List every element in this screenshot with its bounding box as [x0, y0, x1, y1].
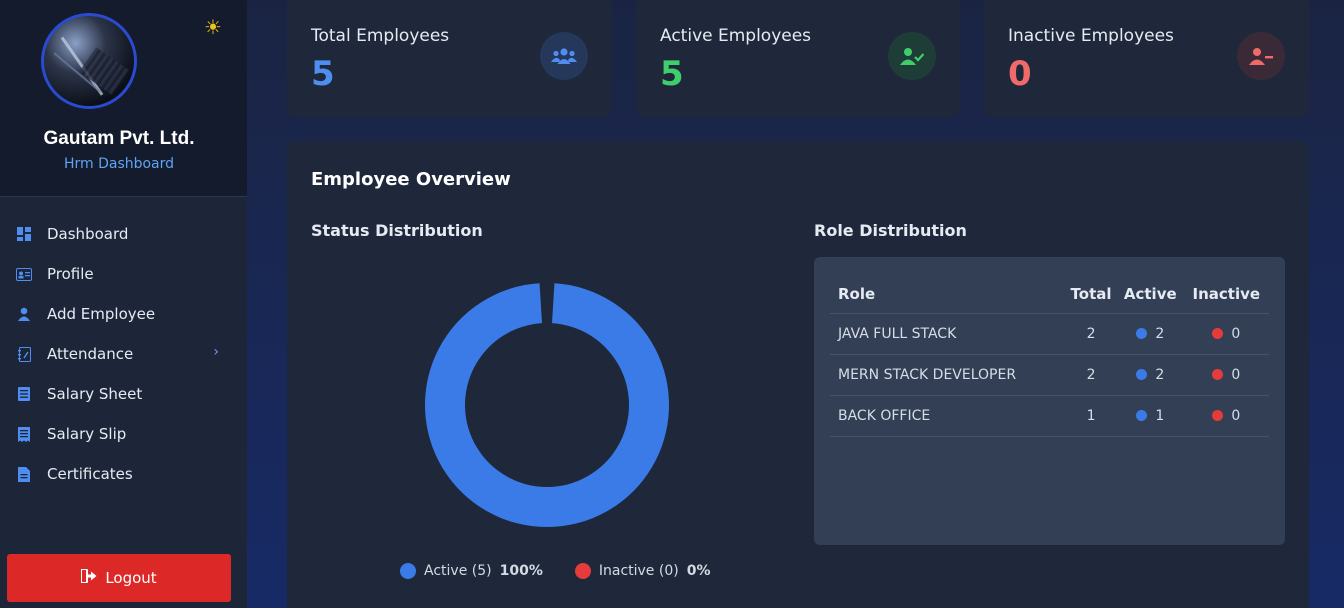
file-icon [16, 466, 32, 482]
total-cell: 2 [1065, 354, 1117, 396]
sun-icon[interactable]: ☀ [202, 16, 224, 38]
sidebar-item-label: Attendance [47, 345, 134, 363]
dashboard-icon [16, 226, 32, 242]
stat-value: 0 [1008, 54, 1032, 94]
chevron-right-icon: › [213, 344, 219, 360]
sidebar-item-profile[interactable]: Profile [0, 254, 247, 294]
total-cell: 1 [1065, 395, 1117, 437]
active-cell: 1 [1116, 395, 1184, 437]
stat-card-total: Total Employees 5 [287, 0, 612, 117]
inactive-dot [1212, 327, 1224, 339]
table-row: JAVA FULL STACK 2 2 0 [830, 313, 1269, 355]
legend-swatch [400, 563, 416, 579]
stat-card-active: Active Employees 5 [636, 0, 960, 117]
total-cell: 2 [1065, 313, 1117, 355]
legend-pct: 100% [499, 563, 543, 579]
receipt-icon [16, 426, 32, 442]
status-donut-chart [425, 283, 669, 527]
stat-value: 5 [311, 54, 335, 94]
employee-overview-panel: Employee Overview Status Distribution Ro… [287, 141, 1309, 608]
sidebar-nav: Dashboard Profile Add Employee Attendanc… [0, 214, 247, 494]
active-count: 1 [1155, 407, 1165, 424]
dashboard-subtitle: Hrm Dashboard [63, 156, 175, 172]
inactive-cell: 0 [1183, 313, 1269, 355]
active-cell: 2 [1116, 313, 1184, 355]
column-header-inactive: Inactive [1183, 275, 1269, 314]
sidebar: ☀ Gautam Pvt. Ltd. Hrm Dashboard Dashboa… [0, 0, 247, 608]
sidebar-item-label: Salary Sheet [47, 385, 143, 403]
stat-value: 5 [660, 54, 684, 94]
inactive-count: 0 [1231, 325, 1241, 342]
inactive-cell: 0 [1183, 395, 1269, 437]
inactive-dot [1212, 409, 1224, 421]
legend-pct: 0% [686, 563, 711, 579]
overview-title: Employee Overview [311, 169, 511, 190]
column-header-role: Role [830, 275, 1066, 314]
sidebar-item-certificates[interactable]: Certificates [0, 454, 247, 494]
donut-slice-active[interactable] [425, 283, 669, 527]
role-cell: BACK OFFICE [830, 395, 1066, 437]
role-table: Role Total Active Inactive JAVA FULL STA… [830, 275, 1269, 437]
user-check-icon [888, 32, 936, 80]
active-dot [1136, 327, 1148, 339]
stat-title: Inactive Employees [1008, 26, 1174, 46]
sign-out-icon [80, 568, 97, 587]
id-card-icon [16, 266, 32, 282]
sidebar-item-label: Salary Slip [47, 425, 127, 443]
sidebar-header: ☀ Gautam Pvt. Ltd. Hrm Dashboard [0, 0, 247, 197]
stat-title: Active Employees [660, 26, 812, 46]
active-count: 2 [1155, 366, 1165, 383]
sidebar-item-salary-slip[interactable]: Salary Slip [0, 414, 247, 454]
sidebar-item-label: Profile [47, 265, 94, 283]
inactive-cell: 0 [1183, 354, 1269, 396]
table-header-row: Role Total Active Inactive [830, 275, 1269, 314]
sidebar-item-attendance[interactable]: Attendance › [0, 334, 247, 374]
legend-label: Active (5) [424, 563, 492, 579]
role-cell: JAVA FULL STACK [830, 313, 1066, 355]
users-icon [540, 32, 588, 80]
active-cell: 2 [1116, 354, 1184, 396]
logout-button[interactable]: Logout [7, 554, 231, 602]
chart-legend: Active (5) 100% Inactive (0) 0% [400, 563, 710, 579]
sidebar-item-salary-sheet[interactable]: Salary Sheet [0, 374, 247, 414]
column-header-total: Total [1065, 275, 1117, 314]
status-distribution-title: Status Distribution [311, 221, 483, 240]
role-cell: MERN STACK DEVELOPER [830, 354, 1066, 396]
legend-swatch [574, 563, 591, 579]
sidebar-item-label: Certificates [47, 465, 133, 483]
company-avatar [41, 13, 137, 109]
sidebar-item-add-employee[interactable]: Add Employee [0, 294, 247, 334]
table-row: BACK OFFICE 1 1 0 [830, 395, 1269, 437]
sidebar-item-label: Add Employee [47, 305, 156, 323]
active-count: 2 [1155, 325, 1165, 342]
user-minus-icon [1237, 32, 1285, 80]
column-header-active: Active [1116, 275, 1184, 314]
legend-label: Inactive (0) [598, 563, 679, 579]
table-row: MERN STACK DEVELOPER 2 2 0 [830, 354, 1269, 396]
list-icon [16, 386, 32, 402]
legend-item-inactive[interactable]: Inactive (0) 0% [574, 563, 711, 579]
user-icon [16, 306, 32, 322]
inactive-count: 0 [1231, 366, 1241, 383]
inactive-dot [1212, 368, 1224, 380]
stat-card-inactive: Inactive Employees 0 [984, 0, 1309, 117]
inactive-count: 0 [1231, 407, 1241, 424]
role-distribution-box: Role Total Active Inactive JAVA FULL STA… [814, 257, 1285, 545]
notebook-icon [16, 346, 32, 362]
logout-label: Logout [105, 569, 157, 587]
sidebar-item-dashboard[interactable]: Dashboard [0, 214, 247, 254]
active-dot [1136, 368, 1148, 380]
legend-item-active[interactable]: Active (5) 100% [400, 563, 543, 579]
company-name: Gautam Pvt. Ltd. [43, 128, 195, 149]
active-dot [1136, 409, 1148, 421]
role-distribution-title: Role Distribution [814, 221, 967, 240]
sidebar-item-label: Dashboard [47, 225, 129, 243]
stat-title: Total Employees [311, 26, 450, 46]
